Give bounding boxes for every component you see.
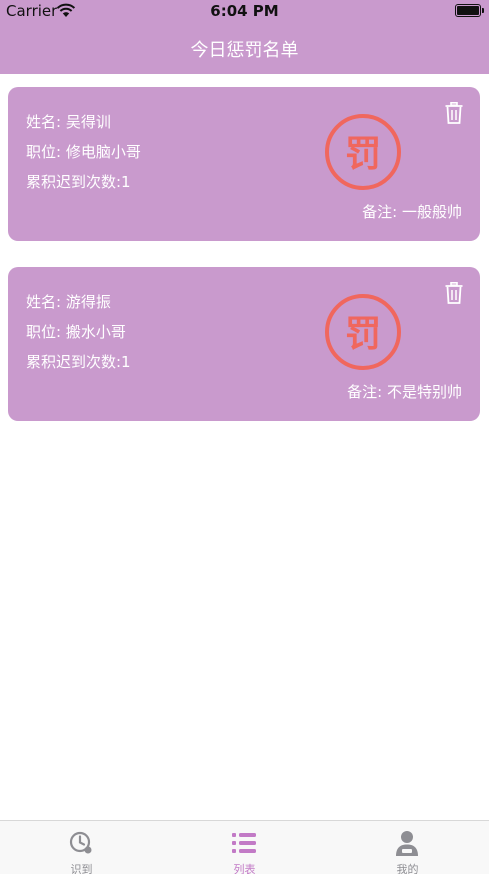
card-note: 备注: 一般般帅 <box>362 203 462 221</box>
person-icon <box>396 831 418 856</box>
penalty-stamp-icon: 罚 <box>325 294 401 370</box>
card-name: 姓名: 游得振 <box>26 293 111 311</box>
tab-label: 列表 <box>233 863 256 874</box>
tab-list[interactable]: 列表 <box>163 821 326 874</box>
page-title: 今日惩罚名单 <box>190 40 299 61</box>
penalty-card: 姓名: 吴得训 职位: 修电脑小哥 累积迟到次数:1 备注: 一般般帅 罚 <box>8 87 480 241</box>
card-name: 姓名: 吴得训 <box>26 113 111 131</box>
trash-icon[interactable] <box>445 282 463 304</box>
card-note: 备注: 不是特别帅 <box>347 383 462 401</box>
penalty-stamp-icon: 罚 <box>325 114 401 190</box>
screen: Carrier 6:04 PM 今日惩罚名单 姓名: 吴得训 职位: 修电脑小哥… <box>0 0 489 874</box>
status-bar: Carrier 6:04 PM <box>0 0 489 22</box>
tab-label: 识到 <box>70 863 93 874</box>
stamp-text: 罚 <box>345 134 381 175</box>
tab-checkin[interactable]: 识到 <box>0 821 163 874</box>
tab-mine[interactable]: 我的 <box>326 821 489 874</box>
card-position: 职位: 修电脑小哥 <box>26 143 141 161</box>
clock-icon <box>69 831 92 854</box>
list-icon <box>232 833 256 853</box>
clock-time: 6:04 PM <box>210 2 279 20</box>
card-late-count: 累积迟到次数:1 <box>26 173 131 191</box>
card-position: 职位: 搬水小哥 <box>26 323 126 341</box>
stamp-text: 罚 <box>345 314 381 355</box>
tab-label: 我的 <box>396 863 419 874</box>
navigation-bar: Carrier 6:04 PM 今日惩罚名单 <box>0 0 489 74</box>
card-late-count: 累积迟到次数:1 <box>26 353 131 371</box>
tab-bar: 识到 列表 我的 <box>0 820 489 874</box>
trash-icon[interactable] <box>445 102 463 124</box>
penalty-card: 姓名: 游得振 职位: 搬水小哥 累积迟到次数:1 备注: 不是特别帅 罚 <box>8 267 480 421</box>
battery-icon <box>455 4 484 17</box>
